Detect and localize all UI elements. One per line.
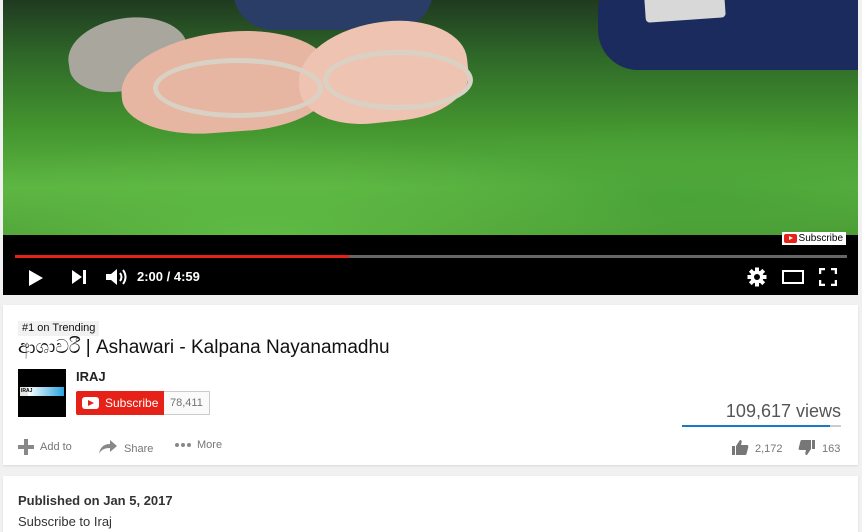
like-button[interactable]: 2,172 [731, 439, 783, 459]
plus-icon [18, 439, 34, 455]
like-sentiment-bar [682, 425, 841, 427]
more-button[interactable]: More [175, 439, 222, 451]
description-text: Subscribe to Iraj [18, 514, 112, 529]
thumbs-down-icon [798, 439, 816, 459]
video-scene-sandal-strap [323, 50, 473, 110]
share-label: Share [124, 442, 154, 455]
trending-badge[interactable]: #1 on Trending [18, 321, 100, 336]
youtube-logo-icon [783, 234, 797, 243]
channel-logo: IRAJ [20, 387, 64, 396]
like-sentiment-fill [682, 425, 830, 427]
gear-icon[interactable] [747, 267, 767, 287]
description-card: Published on Jan 5, 2017 Subscribe to Ir… [3, 476, 858, 532]
share-button[interactable]: Share [98, 439, 153, 458]
time-display: 2:00 / 4:59 [137, 269, 200, 284]
progress-played [15, 255, 349, 258]
dislike-button[interactable]: 163 [798, 439, 840, 459]
subscribe-label: Subscribe [105, 396, 159, 410]
video-scene-sandal-strap [153, 58, 323, 118]
view-count: 109,617 views [725, 401, 841, 421]
like-count: 2,172 [755, 443, 783, 455]
watermark-label: Subscribe [798, 233, 843, 244]
video-player[interactable]: Subscribe 2:00 / 4:59 [3, 0, 858, 295]
add-to-button[interactable]: Add to [18, 439, 72, 455]
player-controls: Subscribe 2:00 / 4:59 [3, 232, 858, 295]
published-date: Published on Jan 5, 2017 [18, 493, 173, 508]
subscriber-count: 78,411 [164, 391, 210, 415]
subscribe-button[interactable]: Subscribe [76, 391, 168, 415]
subscribe-watermark[interactable]: Subscribe [781, 232, 846, 245]
video-frame[interactable] [3, 0, 858, 235]
add-to-label: Add to [40, 441, 72, 453]
play-icon[interactable] [29, 270, 43, 286]
video-scene-bag [598, 0, 858, 70]
channel-name[interactable]: IRAJ [76, 369, 106, 384]
volume-icon[interactable] [105, 267, 129, 287]
thumbs-up-icon [731, 439, 749, 459]
youtube-play-icon [82, 397, 99, 409]
more-dots-icon [175, 443, 191, 447]
more-label: More [197, 439, 223, 451]
theater-mode-icon[interactable] [782, 270, 804, 284]
channel-avatar[interactable]: IRAJ [18, 369, 66, 417]
dislike-count: 163 [822, 443, 841, 455]
video-title: ආශාවරී | Ashawari - Kalpana Nayanamadhu [18, 337, 390, 358]
next-icon[interactable] [72, 270, 87, 284]
fullscreen-icon[interactable] [818, 267, 838, 287]
progress-bar[interactable] [15, 255, 847, 258]
share-icon [98, 439, 118, 458]
video-info-card: #1 on Trending ආශාවරී | Ashawari - Kalpa… [3, 305, 858, 465]
